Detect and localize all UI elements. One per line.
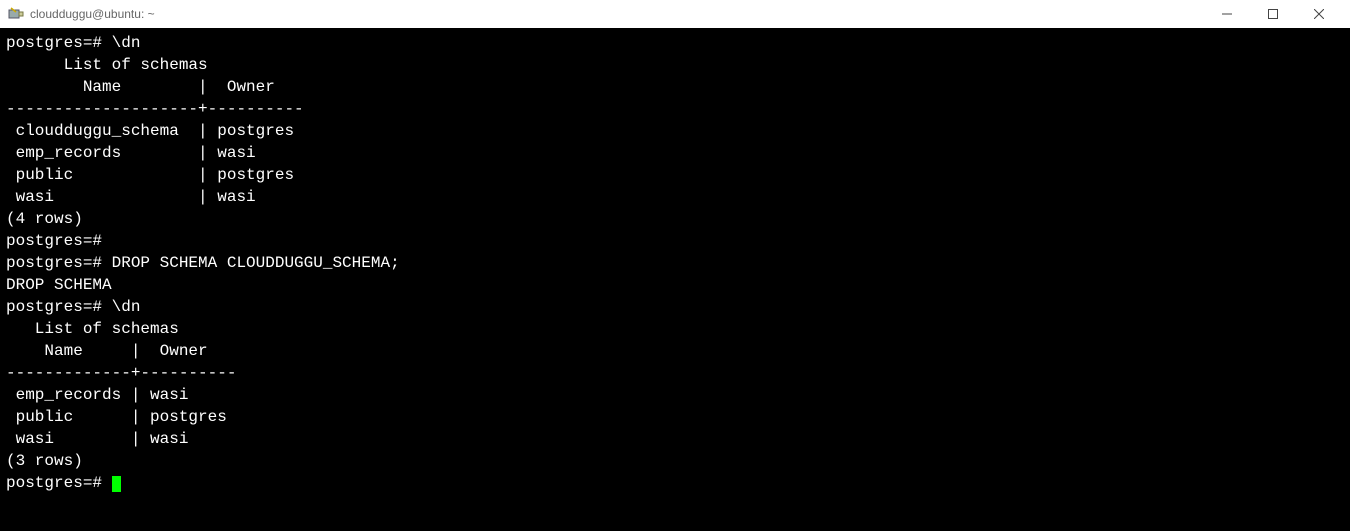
terminal-line: public | postgres bbox=[6, 164, 1344, 186]
terminal-line: (3 rows) bbox=[6, 450, 1344, 472]
terminal-line: postgres=# bbox=[6, 472, 1344, 494]
terminal-line: Name | Owner bbox=[6, 76, 1344, 98]
terminal-cursor bbox=[112, 476, 121, 492]
window-titlebar: cloudduggu@ubuntu: ~ bbox=[0, 0, 1350, 28]
terminal-line: postgres=# bbox=[6, 230, 1344, 252]
terminal-line: postgres=# DROP SCHEMA CLOUDDUGGU_SCHEMA… bbox=[6, 252, 1344, 274]
terminal-line: Name | Owner bbox=[6, 340, 1344, 362]
terminal-line: emp_records | wasi bbox=[6, 142, 1344, 164]
terminal-output[interactable]: postgres=# \dn List of schemas Name | Ow… bbox=[0, 28, 1350, 531]
terminal-line: -------------+---------- bbox=[6, 362, 1344, 384]
terminal-line: DROP SCHEMA bbox=[6, 274, 1344, 296]
terminal-line: (4 rows) bbox=[6, 208, 1344, 230]
close-button[interactable] bbox=[1296, 0, 1342, 28]
terminal-line: List of schemas bbox=[6, 318, 1344, 340]
minimize-button[interactable] bbox=[1204, 0, 1250, 28]
putty-icon bbox=[8, 6, 24, 22]
maximize-button[interactable] bbox=[1250, 0, 1296, 28]
terminal-line: emp_records | wasi bbox=[6, 384, 1344, 406]
terminal-line: wasi | wasi bbox=[6, 186, 1344, 208]
terminal-line: cloudduggu_schema | postgres bbox=[6, 120, 1344, 142]
terminal-line: postgres=# \dn bbox=[6, 296, 1344, 318]
window-title: cloudduggu@ubuntu: ~ bbox=[30, 7, 155, 21]
terminal-line: postgres=# \dn bbox=[6, 32, 1344, 54]
terminal-line: public | postgres bbox=[6, 406, 1344, 428]
terminal-line: List of schemas bbox=[6, 54, 1344, 76]
terminal-line: --------------------+---------- bbox=[6, 98, 1344, 120]
terminal-line: wasi | wasi bbox=[6, 428, 1344, 450]
